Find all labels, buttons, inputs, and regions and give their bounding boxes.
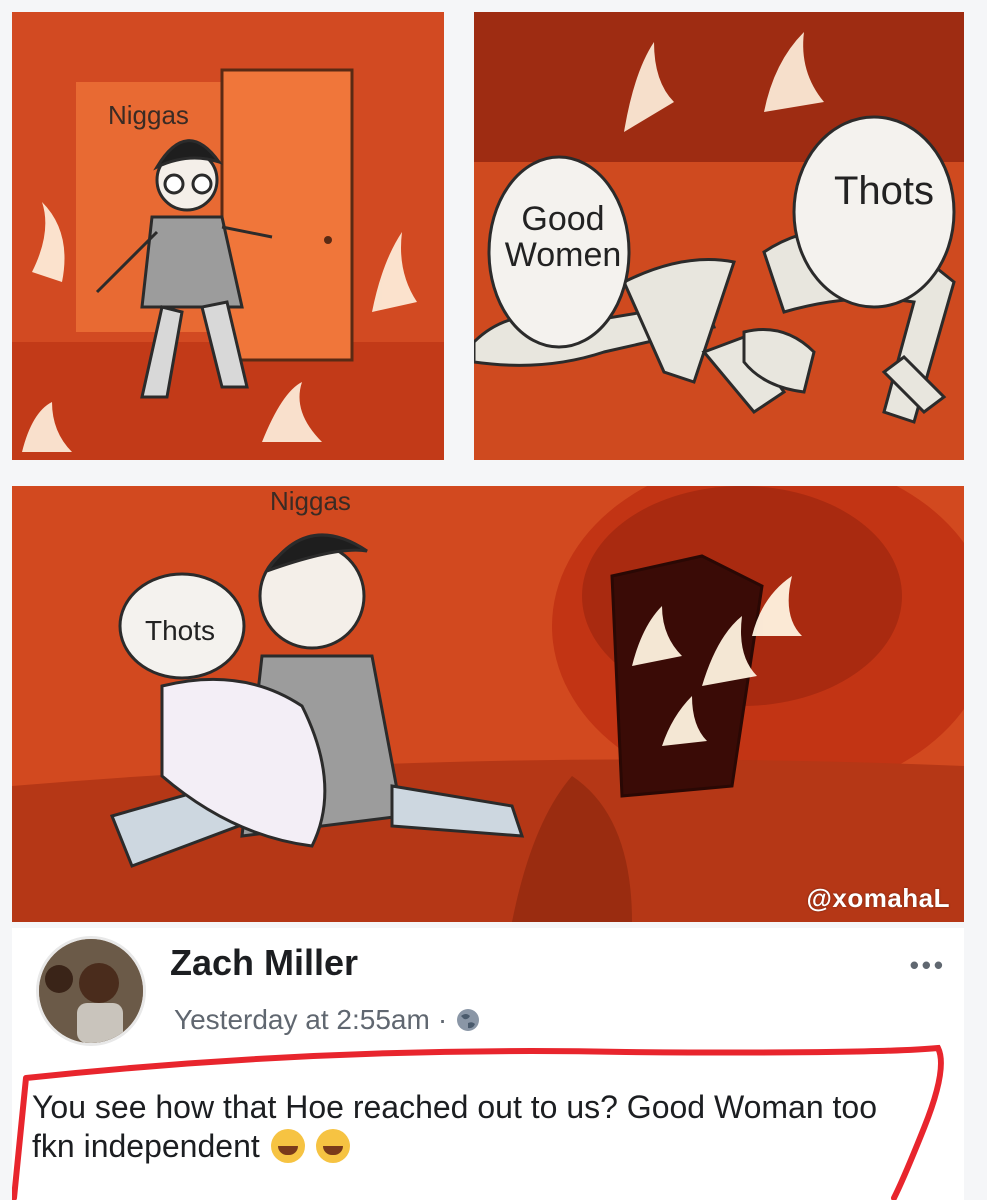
bubble-thots: Thots [833, 169, 935, 213]
post-caption: You see how that Hoe reached out to us? … [32, 1088, 912, 1166]
bubble-good-women: Good Women [504, 200, 622, 274]
caption-text: You see how that Hoe reached out to us? … [32, 1089, 878, 1165]
rolling-laughing-icon [315, 1129, 350, 1164]
watermark: @xomahaL [806, 883, 950, 913]
panel-label-bottom: Niggas [270, 486, 351, 516]
comic-panel-reaching: Good Women Thots [474, 12, 964, 460]
comic-panel-door: Niggas [12, 12, 444, 460]
panel-label: Niggas [108, 100, 189, 130]
meme-image: Niggas Good Women Thots Niggas Thots @xo… [0, 0, 987, 1200]
social-post: Zach Miller Yesterday at 2:55am · ••• Yo… [12, 928, 964, 1200]
bubble-thots-carried: Thots [144, 615, 216, 646]
sneezing-face-icon [270, 1129, 305, 1164]
comic-panel-escape: Niggas Thots @xomahaL [12, 486, 964, 922]
